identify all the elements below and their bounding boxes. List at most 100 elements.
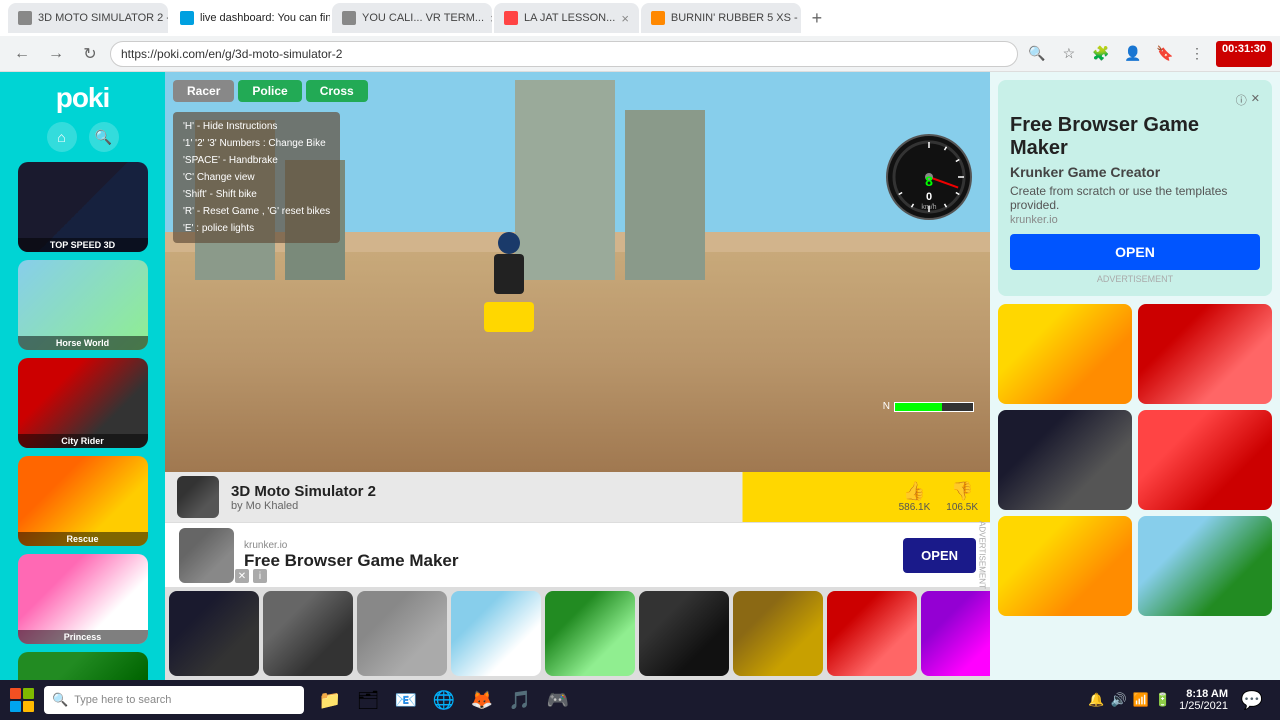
game-author: by Mo Khaled bbox=[231, 500, 887, 512]
taskbar-app-firefox[interactable]: 🦊 bbox=[464, 682, 500, 718]
extensions-icon[interactable]: 🧩 bbox=[1088, 41, 1114, 67]
sidebar-nav-icons: ⌂ 🔍 bbox=[47, 122, 119, 152]
back-button[interactable]: ← bbox=[8, 40, 36, 68]
right-game-car[interactable] bbox=[998, 516, 1132, 616]
tab-label-4: LA JAT LESSON... bbox=[524, 12, 615, 24]
like-count: 586.1K bbox=[899, 502, 931, 513]
address-text: https://poki.com/en/g/3d-moto-simulator-… bbox=[121, 47, 342, 61]
tab-1[interactable]: 3D MOTO SIMULATOR 2 -... × bbox=[8, 3, 168, 33]
tab-5[interactable]: BURNIN' RUBBER 5 XS - Play B... × bbox=[641, 3, 801, 33]
search-icon[interactable]: 🔍 bbox=[89, 122, 119, 152]
sidebar-game-cityrider[interactable]: City Rider bbox=[18, 358, 148, 448]
bottom-thumb-trucks[interactable] bbox=[827, 591, 917, 676]
poki-logo[interactable]: poki bbox=[43, 82, 123, 114]
game-area[interactable]: Racer Police Cross 'H' - Hide Instructio… bbox=[165, 72, 990, 472]
tab-3[interactable]: YOU CALI... VR TERM... × bbox=[332, 3, 492, 33]
ad-close-buttons: ✕ i bbox=[235, 569, 267, 583]
right-ad-subtitle: Krunker Game Creator bbox=[1010, 164, 1260, 180]
instruction-line-4: 'C' Change view bbox=[183, 169, 330, 186]
taskbar-app-browser[interactable]: 🌐 bbox=[426, 682, 462, 718]
instructions-panel: 'H' - Hide Instructions '1' '2' '3' Numb… bbox=[173, 112, 340, 243]
tab-label-3: YOU CALI... VR TERM... bbox=[362, 12, 484, 24]
player-body bbox=[494, 254, 524, 294]
mode-cross-button[interactable]: Cross bbox=[306, 80, 368, 102]
tray-icon-battery[interactable]: 🔋 bbox=[1155, 692, 1171, 708]
reload-button[interactable]: ↻ bbox=[76, 40, 104, 68]
bottom-thumb-dragon[interactable] bbox=[169, 591, 259, 676]
mode-police-button[interactable]: Police bbox=[238, 80, 301, 102]
bookmark-star-icon[interactable]: ☆ bbox=[1056, 41, 1082, 67]
player-head bbox=[498, 232, 520, 254]
right-game-hammer[interactable] bbox=[1138, 304, 1272, 404]
right-ad-open-button[interactable]: OPEN bbox=[1010, 234, 1260, 270]
sidebar-game-rescue[interactable]: Rescue bbox=[18, 456, 148, 546]
taskbar: 🔍 Type here to search 📁 🗂 📧 🌐 🦊 🎵 🎮 🔔 🔊 … bbox=[0, 680, 1280, 720]
instruction-line-6: 'R' - Reset Game , 'G' reset bikes bbox=[183, 203, 330, 220]
game-rating-buttons: 👍 586.1K 👎 106.5K bbox=[899, 481, 978, 513]
taskbar-app-mail[interactable]: 📧 bbox=[388, 682, 424, 718]
bookmark-icon[interactable]: 🔖 bbox=[1152, 41, 1178, 67]
ad-content: krunker.io Free Browser Game Maker bbox=[244, 540, 893, 571]
ad-close-x-button[interactable]: ✕ bbox=[235, 569, 249, 583]
right-game-moto[interactable] bbox=[998, 304, 1132, 404]
ad-info-icon[interactable]: ⓘ bbox=[1236, 92, 1247, 108]
health-label: N bbox=[883, 401, 890, 412]
right-ad-icons: ⓘ ✕ bbox=[1236, 92, 1260, 108]
start-button[interactable] bbox=[4, 682, 40, 718]
taskbar-search-box[interactable]: 🔍 Type here to search bbox=[44, 686, 304, 714]
ad-open-button[interactable]: OPEN bbox=[903, 538, 976, 573]
bottom-thumb-racing2[interactable] bbox=[357, 591, 447, 676]
sidebar-game-topspeed[interactable]: TOP SPEED 3D bbox=[18, 162, 148, 252]
right-ad-header: ⓘ ✕ bbox=[1010, 92, 1260, 108]
tab-label-2: live dashboard: You can find ser... bbox=[200, 12, 330, 24]
bottom-thumb-jungle[interactable] bbox=[545, 591, 635, 676]
taskbar-chat-button[interactable]: 💬 bbox=[1236, 684, 1268, 716]
right-game-peking[interactable] bbox=[1138, 410, 1272, 510]
bottom-thumb-snow[interactable] bbox=[451, 591, 541, 676]
tab-close-3[interactable]: × bbox=[490, 11, 492, 26]
right-ad-title: Free Browser Game Maker bbox=[1010, 114, 1260, 160]
profile-icon[interactable]: 👤 bbox=[1120, 41, 1146, 67]
game-modes: Racer Police Cross bbox=[173, 80, 368, 102]
game-info-bar: 3D Moto Simulator 2 by Mo Khaled 👍 586.1… bbox=[165, 472, 990, 522]
tray-icon-2[interactable]: 🔊 bbox=[1111, 692, 1127, 708]
bottom-thumb-motox[interactable] bbox=[263, 591, 353, 676]
tab-4[interactable]: LA JAT LESSON... × bbox=[494, 3, 639, 33]
thumbs-down-icon: 👎 bbox=[951, 481, 973, 502]
win-square-green bbox=[23, 688, 34, 699]
zoom-icon[interactable]: 🔍 bbox=[1024, 41, 1050, 67]
ad-close-i-button[interactable]: i bbox=[253, 569, 267, 583]
taskbar-app-files[interactable]: 📁 bbox=[312, 682, 348, 718]
tab-2[interactable]: live dashboard: You can find ser... × bbox=[170, 3, 330, 33]
tray-icon-wifi[interactable]: 📶 bbox=[1133, 692, 1149, 708]
bottom-thumb-ninja[interactable] bbox=[639, 591, 729, 676]
instruction-line-3: 'SPACE' - Handbrake bbox=[183, 152, 330, 169]
tab-close-4[interactable]: × bbox=[621, 11, 629, 26]
main-content: poki ⌂ 🔍 TOP SPEED 3D Horse World City R… bbox=[0, 72, 1280, 688]
right-game-moto2[interactable] bbox=[998, 410, 1132, 510]
forward-button[interactable]: → bbox=[42, 40, 70, 68]
bottom-thumb-horse2[interactable] bbox=[733, 591, 823, 676]
tab-bar: 3D MOTO SIMULATOR 2 -... × live dashboar… bbox=[0, 0, 1280, 36]
taskbar-app-music[interactable]: 🎵 bbox=[502, 682, 538, 718]
windows-icon bbox=[10, 688, 34, 712]
taskbar-app-game[interactable]: 🎮 bbox=[540, 682, 576, 718]
taskbar-app-explorer[interactable]: 🗂 bbox=[350, 682, 386, 718]
mode-racer-button[interactable]: Racer bbox=[173, 80, 234, 102]
right-ad-description: Create from scratch or use the templates… bbox=[1010, 184, 1260, 212]
dislike-button[interactable]: 👎 106.5K bbox=[946, 481, 978, 513]
win-square-yellow bbox=[23, 701, 34, 712]
home-icon[interactable]: ⌂ bbox=[47, 122, 77, 152]
settings-icon[interactable]: ⋮ bbox=[1184, 41, 1210, 67]
new-tab-button[interactable]: + bbox=[803, 4, 831, 32]
bottom-thumb-blob[interactable] bbox=[921, 591, 990, 676]
like-button[interactable]: 👍 586.1K bbox=[899, 481, 931, 513]
ad-close-icon[interactable]: ✕ bbox=[1251, 92, 1260, 108]
right-game-city[interactable] bbox=[1138, 516, 1272, 616]
tray-icon-1[interactable]: 🔔 bbox=[1088, 692, 1104, 708]
sidebar-game-princess[interactable]: Princess bbox=[18, 554, 148, 644]
win-square-red bbox=[10, 688, 21, 699]
address-bar[interactable]: https://poki.com/en/g/3d-moto-simulator-… bbox=[110, 41, 1018, 67]
ad-banner: krunker.io Free Browser Game Maker OPEN … bbox=[165, 522, 990, 587]
sidebar-game-horse[interactable]: Horse World bbox=[18, 260, 148, 350]
